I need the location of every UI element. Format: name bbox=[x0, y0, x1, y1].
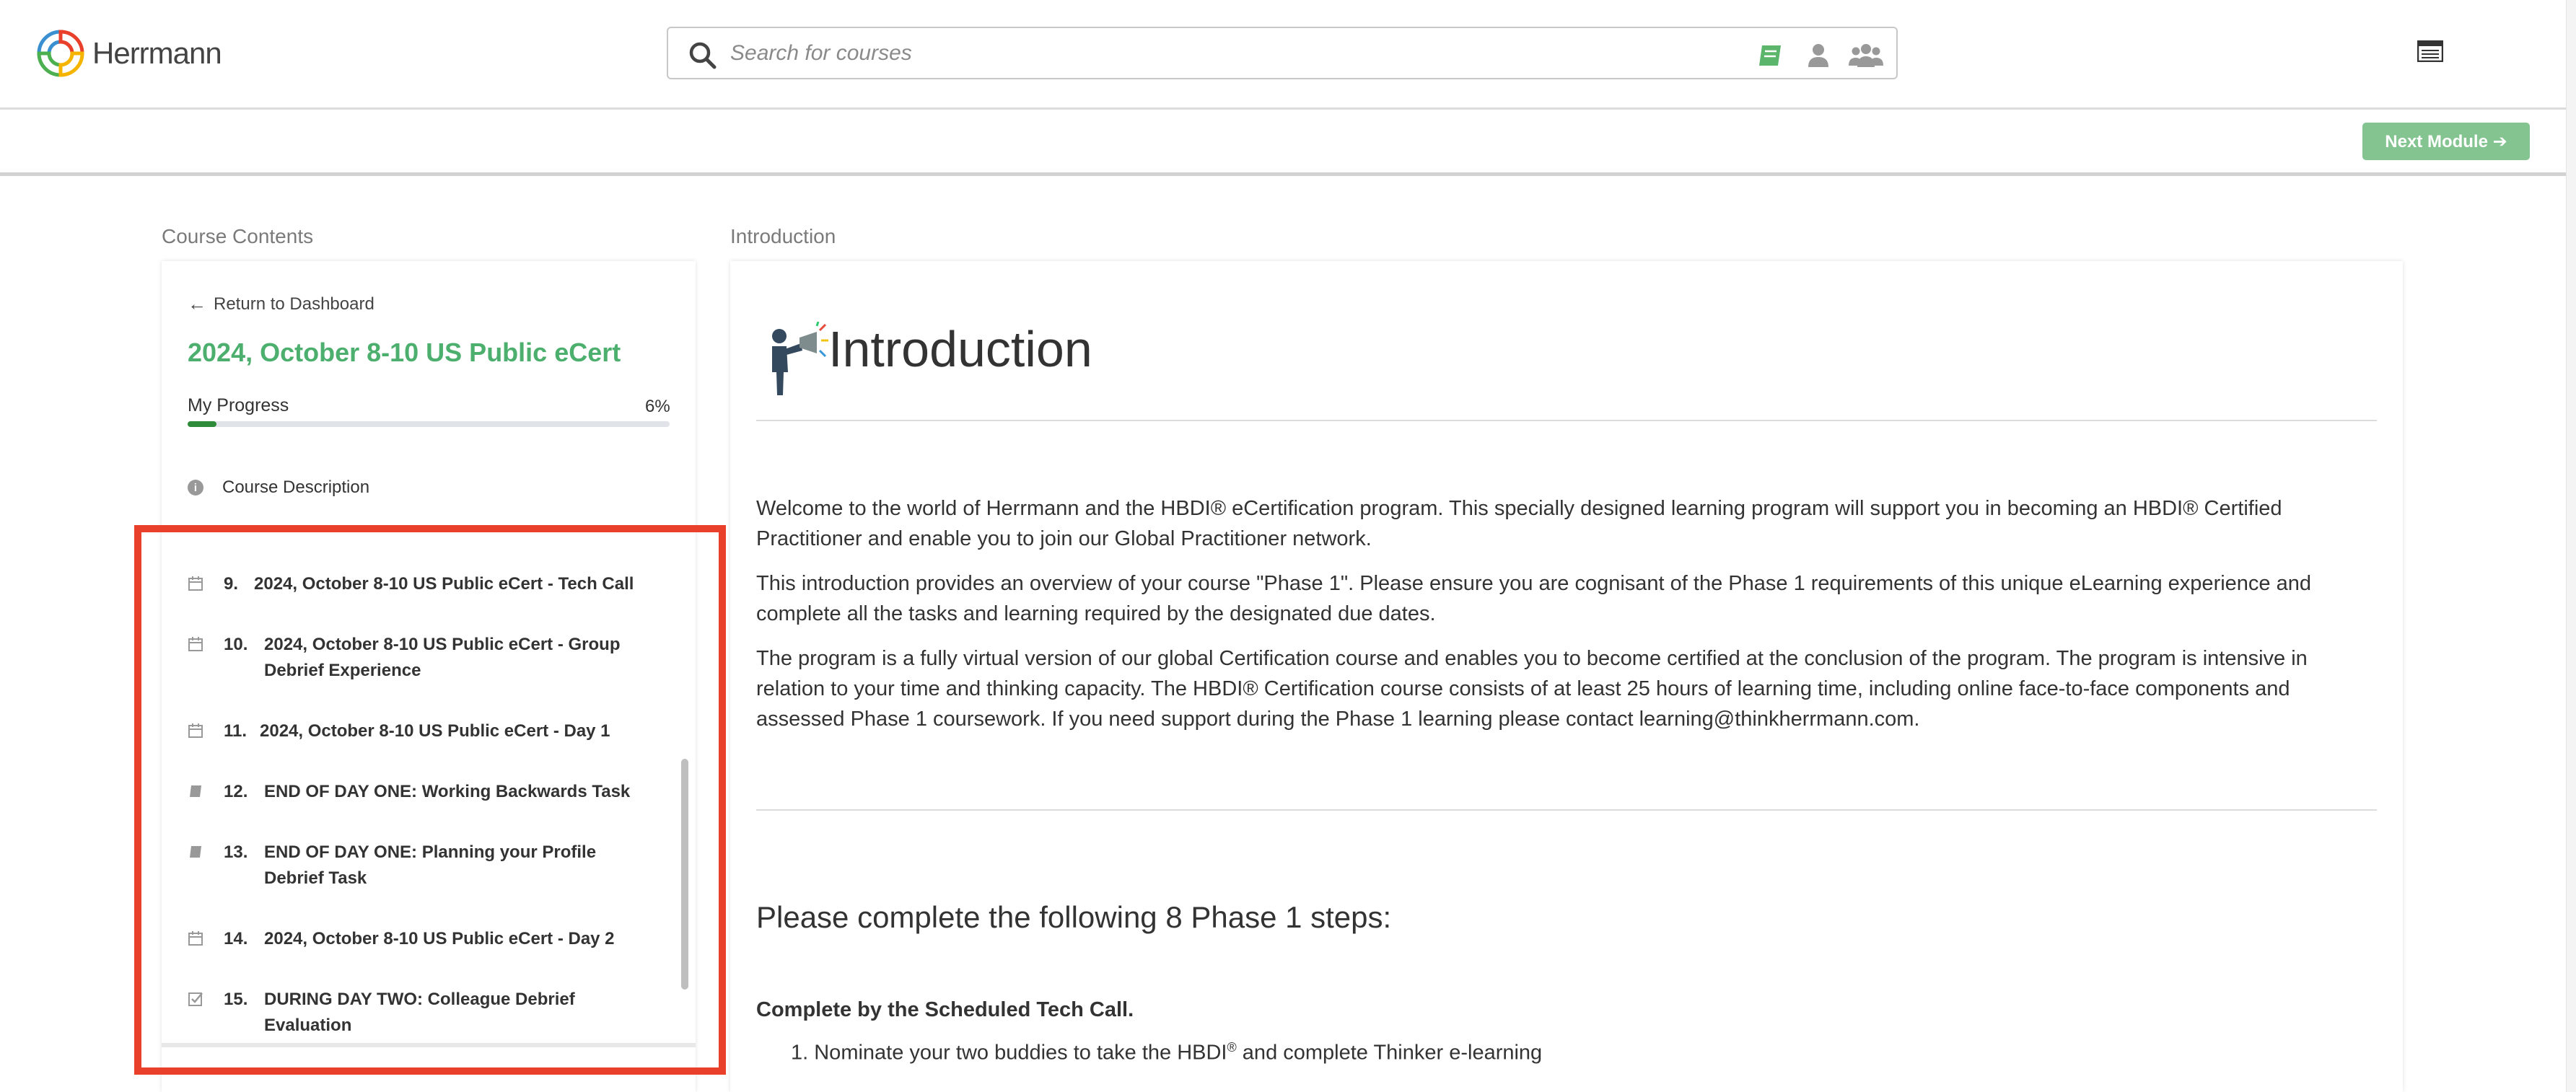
page-title: Introduction bbox=[828, 321, 1092, 377]
highlight-annotation-box bbox=[134, 525, 726, 1075]
search-icon bbox=[689, 42, 717, 69]
intro-paragraph-2: This introduction provides an overview o… bbox=[756, 572, 2311, 625]
return-to-dashboard-link[interactable]: ← Return to Dashboard bbox=[188, 293, 374, 315]
logo-text: Herrmann bbox=[92, 36, 222, 70]
herrmann-logo-mark-icon bbox=[37, 30, 84, 77]
menu-icon[interactable] bbox=[2417, 40, 2443, 62]
progress-bar-fill bbox=[188, 421, 217, 427]
course-contents-label: Course Contents bbox=[162, 225, 314, 247]
herrmann-logo[interactable]: Herrmann bbox=[35, 26, 222, 81]
megaphone-person-icon bbox=[772, 322, 828, 395]
course-description-label: Course Description bbox=[222, 477, 370, 497]
group-icon[interactable] bbox=[1849, 43, 1883, 69]
progress-percent: 6% bbox=[645, 397, 670, 416]
courses-book-icon[interactable] bbox=[1756, 43, 1785, 69]
arrow-left-icon: ← bbox=[188, 293, 206, 314]
step-1-item: 1. Nominate your two buddies to take the… bbox=[791, 1040, 1542, 1065]
page-scrollbar[interactable] bbox=[2566, 0, 2576, 1092]
next-module-button[interactable]: Next Module ➔ bbox=[2362, 123, 2530, 160]
intro-paragraph-3: The program is a fully virtual version o… bbox=[756, 647, 2308, 731]
module-toolbar bbox=[0, 110, 2576, 176]
course-title: 2024, October 8-10 US Public eCert bbox=[188, 338, 621, 367]
step-1-text: 1. Nominate your two buddies to take the… bbox=[791, 1041, 1227, 1065]
course-description-item[interactable]: i Course Description bbox=[188, 477, 369, 498]
search-input[interactable] bbox=[730, 35, 1668, 71]
divider bbox=[756, 809, 2377, 811]
introduction-panel: Introduction Welcome to the world of Her… bbox=[730, 261, 2403, 1092]
return-label: Return to Dashboard bbox=[214, 294, 374, 314]
intro-paragraph-1: Welcome to the world of Herrmann and the… bbox=[756, 497, 2282, 550]
complete-by-heading: Complete by the Scheduled Tech Call. bbox=[756, 998, 1134, 1021]
course-search-box[interactable] bbox=[667, 27, 1898, 79]
step-1-suffix: and complete Thinker e-learning bbox=[1236, 1041, 1543, 1065]
steps-heading: Please complete the following 8 Phase 1 … bbox=[756, 900, 1392, 934]
progress-bar bbox=[188, 421, 670, 427]
progress-label: My Progress bbox=[188, 395, 289, 415]
divider bbox=[756, 420, 2377, 421]
user-icon[interactable] bbox=[1804, 43, 1833, 69]
introduction-label: Introduction bbox=[730, 225, 836, 247]
top-header: Herrmann bbox=[0, 0, 2576, 110]
info-icon: i bbox=[188, 480, 203, 496]
registered-mark: ® bbox=[1227, 1040, 1237, 1054]
